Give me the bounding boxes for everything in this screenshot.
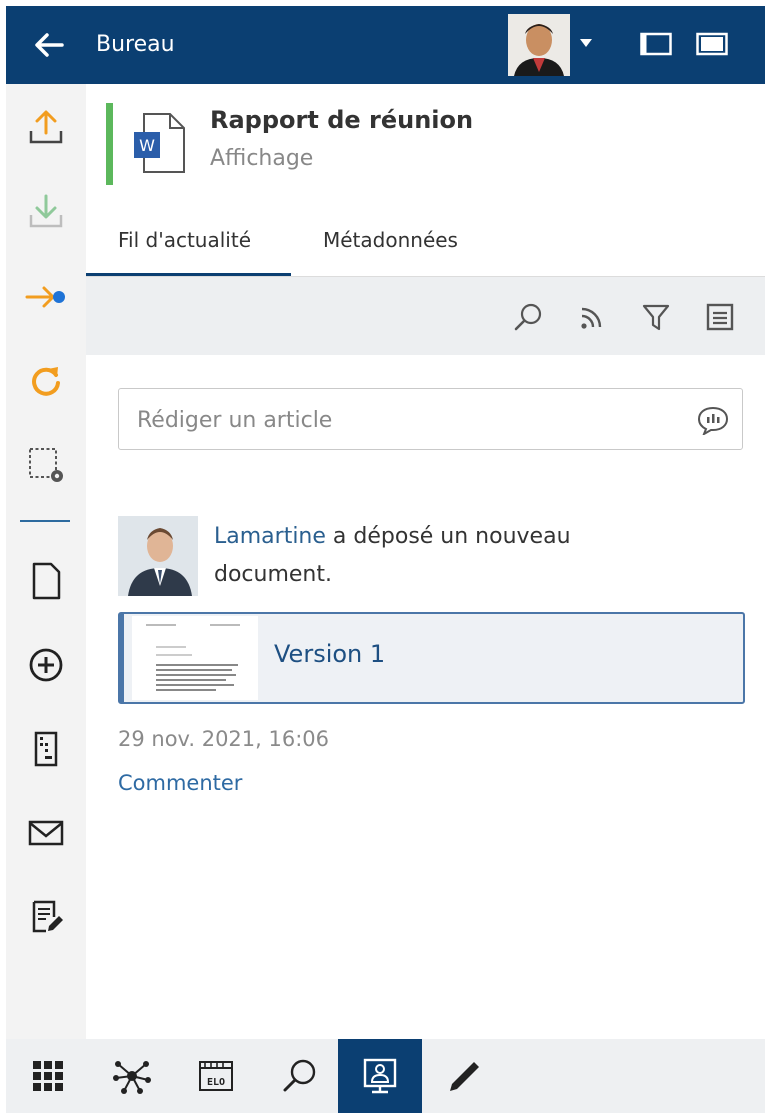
elo-archive-icon: ELO <box>199 1061 233 1091</box>
desktop-user-icon <box>363 1058 397 1094</box>
bottom-bar: ELO <box>6 1039 765 1113</box>
selection-settings-icon <box>29 448 63 482</box>
left-sidebar <box>6 84 86 1039</box>
version-label: Version 1 <box>274 640 386 668</box>
search-button[interactable] <box>258 1039 342 1113</box>
avatar-image <box>118 516 198 596</box>
tab-bar: Fil d'actualité Métadonnées <box>86 208 765 277</box>
avatar-image <box>508 14 570 76</box>
document-subtitle: Affichage <box>210 146 314 171</box>
arrow-dot-icon <box>25 286 65 308</box>
page-title: Bureau <box>96 32 175 57</box>
edit-document-button[interactable] <box>21 892 71 942</box>
download-icon <box>29 194 63 228</box>
feed-message: Lamartine a déposé un nouveau document. <box>214 518 634 594</box>
tab-metadata[interactable]: Métadonnées <box>323 226 458 254</box>
compose-field <box>118 388 743 450</box>
filter-icon[interactable] <box>640 301 672 333</box>
active-tab-indicator <box>86 273 291 276</box>
feed-user-link[interactable]: Lamartine <box>214 524 326 549</box>
upload-icon <box>29 110 63 144</box>
panel-full-icon[interactable] <box>696 32 728 56</box>
rss-icon[interactable] <box>576 301 608 333</box>
version-card[interactable]: Version 1 <box>118 612 745 704</box>
archive-button[interactable]: ELO <box>174 1039 258 1113</box>
add-circle-icon <box>29 648 63 682</box>
list-icon[interactable] <box>704 301 736 333</box>
thumbnail-image <box>132 616 258 700</box>
apps-grid-icon <box>33 1061 63 1091</box>
refresh-icon <box>32 367 60 396</box>
comment-link[interactable]: Commenter <box>118 768 242 798</box>
status-bar <box>106 103 113 185</box>
new-document-icon <box>32 562 61 600</box>
move-to-button[interactable] <box>21 272 71 322</box>
new-document-button[interactable] <box>21 556 71 606</box>
selection-settings-button[interactable] <box>21 440 71 490</box>
refresh-button[interactable] <box>21 356 71 406</box>
caret-down-icon[interactable] <box>579 38 593 48</box>
arrow-left-icon[interactable] <box>32 28 66 62</box>
compose-input[interactable] <box>135 401 679 439</box>
word-document-icon: W <box>134 113 185 173</box>
feed-toolbar <box>86 277 765 355</box>
speech-bubble-icon[interactable] <box>696 405 730 435</box>
network-button[interactable] <box>90 1039 174 1113</box>
top-bar: Bureau <box>6 6 765 84</box>
svg-text:W: W <box>139 136 155 155</box>
edit-document-icon <box>32 900 63 933</box>
search-icon[interactable] <box>512 301 544 333</box>
mail-button[interactable] <box>21 808 71 858</box>
network-icon <box>113 1061 151 1094</box>
feed-timestamp: 29 nov. 2021, 16:06 <box>118 727 330 751</box>
document-thumbnail <box>132 616 258 700</box>
search-icon <box>283 1059 316 1092</box>
desktop-button[interactable] <box>338 1039 422 1113</box>
upload-button[interactable] <box>21 102 71 152</box>
pen-icon <box>450 1062 479 1091</box>
tab-feed[interactable]: Fil d'actualité <box>118 226 251 254</box>
profile-avatar[interactable] <box>508 14 570 76</box>
binder-icon <box>34 731 58 767</box>
apps-button[interactable] <box>6 1039 90 1113</box>
add-button[interactable] <box>21 640 71 690</box>
svg-text:ELO: ELO <box>207 1077 225 1088</box>
mail-icon <box>28 820 64 846</box>
user-avatar[interactable] <box>118 516 198 596</box>
binder-button[interactable] <box>21 724 71 774</box>
pen-button[interactable] <box>422 1039 506 1113</box>
panel-left-icon[interactable] <box>640 32 672 56</box>
sidebar-divider <box>20 520 70 522</box>
document-header: W Rapport de réunion Affichage <box>86 84 765 204</box>
document-title: Rapport de réunion <box>210 106 474 134</box>
download-button[interactable] <box>21 186 71 236</box>
